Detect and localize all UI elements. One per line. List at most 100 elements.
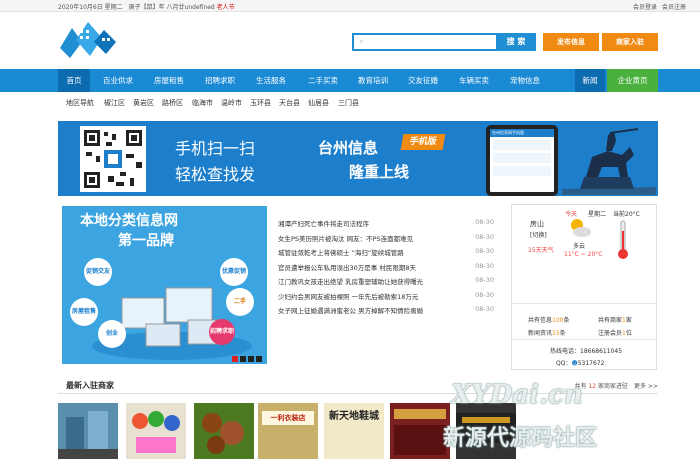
search-input[interactable]: ⌕ xyxy=(352,33,498,51)
banner-badge: 手机版 xyxy=(400,134,446,150)
news-row[interactable]: 少妇约会男网友被拍裸照 一年先后被勒索18万元 08-30 xyxy=(278,291,494,306)
banner-line2: 轻松查找发 xyxy=(175,165,256,184)
weather-forecast-link[interactable]: 15天天气 xyxy=(528,245,554,254)
info-panel: 今天 星期二 当前20°C 房山 [切换] 15天天气 多云 11°C ~ 20… xyxy=(511,204,657,370)
watermark-line1: XYDai.cn xyxy=(451,380,583,410)
slider-tag: 优惠促销 xyxy=(222,268,247,275)
stat-member-count: 注册会员1位 xyxy=(598,330,632,337)
merchant-thumbnail[interactable] xyxy=(58,403,118,459)
site-logo[interactable] xyxy=(58,20,118,60)
slider-pagination xyxy=(232,356,272,362)
nav-item-jobs[interactable]: 招聘求职 xyxy=(194,69,246,92)
news-title[interactable]: 江门教巩女孩走出绝望 乳房重塑辅助让她获得曙光 xyxy=(278,276,468,286)
nav-item-life[interactable]: 生活服务 xyxy=(246,69,296,92)
nav-item-pets[interactable]: 宠物信息 xyxy=(500,69,550,92)
weather-widget: 今天 星期二 当前20°C 房山 [切换] 15天天气 多云 11°C ~ 20… xyxy=(512,205,656,304)
merchant-thumbnail[interactable] xyxy=(194,403,254,459)
watermark: XYDai.cn 新源代源码社区 xyxy=(443,380,663,454)
region-nav-label: 地区导航 xyxy=(66,99,94,107)
region-item[interactable]: 黄岩区 xyxy=(133,98,154,108)
section-title: 最新入驻商家 xyxy=(66,381,114,390)
login-link[interactable]: 会员登录 xyxy=(633,4,657,11)
slider-dot[interactable] xyxy=(240,356,246,362)
news-title[interactable]: 少妇约会男网友被拍裸照 一年先后被勒索18万元 xyxy=(278,291,468,301)
news-date: 08-30 xyxy=(475,305,494,313)
news-row[interactable]: 官员遭举报公车私用误出30万是事 村民限期8天 08-30 xyxy=(278,262,494,277)
news-row[interactable]: 女生PS美历照片被淘汰 网友：不PS连面都难见 08-30 xyxy=(278,233,494,248)
main-nav: 首页 百业供求 房屋租售 招聘求职 生活服务 二手买卖 教育培训 交友征婚 车辆… xyxy=(0,69,700,92)
news-list: 湘潭产妇死亡事件将走司法程序 08-30 女生PS美历照片被淘汰 网友：不PS连面… xyxy=(278,218,494,320)
horse-statue-image xyxy=(562,128,656,195)
banner-headline1: 台州信息 xyxy=(318,139,379,157)
thumbnail-caption: 新天地鞋城 xyxy=(329,411,379,422)
nav-item-house[interactable]: 房屋租售 xyxy=(144,69,194,92)
qq-contact: QQ：☻5317672 xyxy=(556,360,605,367)
region-item[interactable]: 仙居县 xyxy=(308,98,329,108)
search-button[interactable]: 搜 索 xyxy=(496,33,536,51)
news-title[interactable]: 女子网上征婚遇满洲蜜老公 男方掉解不知情险离婚 xyxy=(278,305,468,315)
news-title[interactable]: 女生PS美历照片被淘汰 网友：不PS连面都难见 xyxy=(278,233,468,243)
slider-dot[interactable] xyxy=(256,356,262,362)
slider-tag: 促销交友 xyxy=(86,268,111,275)
news-date: 08-30 xyxy=(475,261,494,270)
news-row[interactable]: 城管驻敛乾考上将佛硕士 “海归”旋续城管路 08-30 xyxy=(278,247,494,262)
weather-switch-link[interactable]: [切换] xyxy=(530,230,547,239)
nav-item-vehicles[interactable]: 车辆买卖 xyxy=(448,69,500,92)
promo-slider[interactable]: 本地分类信息网 第一品牌 促销交友 优惠促销 二手 房屋租售 创业 招聘求职 xyxy=(62,206,267,364)
news-row[interactable]: 湘潭产妇死亡事件将走司法程序 08-30 xyxy=(278,218,494,233)
nav-item-education[interactable]: 教育培训 xyxy=(348,69,398,92)
merchant-thumbnail[interactable] xyxy=(390,403,450,459)
thumbnail-caption: 一利衣装店 xyxy=(262,411,314,425)
festival-label: 老人节 xyxy=(216,4,235,11)
register-link[interactable]: 会员注册 xyxy=(662,4,686,11)
nav-item-yellow-pages[interactable]: 企业黄页 xyxy=(607,69,658,92)
weather-current-temp: 当前20°C xyxy=(613,211,640,218)
merchant-thumbnail[interactable]: 一利衣装店 xyxy=(258,403,318,459)
region-item[interactable]: 温岭市 xyxy=(221,98,242,108)
banner-headline2: 隆重上线 xyxy=(349,163,410,181)
merchant-thumbnail[interactable] xyxy=(126,403,186,459)
phone-title: 台州信息网手机版 xyxy=(490,129,554,137)
nav-item-home[interactable]: 首页 xyxy=(58,69,90,92)
nav-item-supply[interactable]: 百业供求 xyxy=(92,69,144,92)
region-nav: 地区导航 椒江区 黄岩区 路桥区 临海市 温岭市 玉环县 天台县 仙居县 三门县 xyxy=(58,96,658,110)
news-title[interactable]: 城管驻敛乾考上将佛硕士 “海归”旋续城管路 xyxy=(278,247,468,257)
hotline: 热线电话：18668611045 xyxy=(550,348,623,355)
news-row[interactable]: 江门教巩女孩走出绝望 乳房重塑辅助让她获得曙光 08-30 xyxy=(278,276,494,291)
news-date: 08-30 xyxy=(475,276,494,284)
region-item[interactable]: 椒江区 xyxy=(104,98,125,108)
news-title[interactable]: 湘潭产妇死亡事件将走司法程序 xyxy=(278,218,468,228)
region-item[interactable]: 临海市 xyxy=(192,98,213,108)
weather-city: 房山 xyxy=(530,220,544,228)
account-links: 会员登录 会员注册 xyxy=(628,2,686,11)
merchant-thumbnail[interactable]: 新天地鞋城 xyxy=(324,403,384,459)
stat-info-count: 共有信息100条 xyxy=(528,317,570,324)
qr-code-icon xyxy=(80,126,146,192)
phone-mockup: 台州信息网手机版 xyxy=(486,125,558,196)
news-title[interactable]: 官员遭举报公车私用误出30万是事 村民限期8天 xyxy=(278,262,468,272)
news-date: 08-30 xyxy=(475,232,494,241)
stat-news-count: 新闻资讯15条 xyxy=(528,330,566,337)
date-text: 2020年10月6日 星期二 庚子【鼠】年 八月廿undefined 老人节 xyxy=(58,2,235,11)
thermometer-icon xyxy=(618,220,628,259)
banner-line1: 手机扫一扫 xyxy=(175,139,256,158)
slider-tag: 二手 xyxy=(233,298,246,305)
merchant-join-button[interactable]: 商家入驻 xyxy=(602,33,658,51)
cloudy-icon xyxy=(571,219,591,237)
slider-dot[interactable] xyxy=(232,356,238,362)
region-item[interactable]: 天台县 xyxy=(279,98,300,108)
nav-item-news[interactable]: 新闻 xyxy=(575,69,605,92)
slider-dot[interactable] xyxy=(248,356,254,362)
weather-range: 11°C ~ 20°C xyxy=(564,251,603,258)
news-row[interactable]: 女子网上征婚遇满洲蜜老公 男方掉解不知情险离婚 08-30 xyxy=(278,305,494,320)
region-item[interactable]: 三门县 xyxy=(338,98,359,108)
date-label: 2020年10月6日 星期二 庚子【鼠】年 八月廿undefined xyxy=(58,4,215,11)
mobile-banner[interactable]: 手机扫一扫 轻松查找发 台州信息 手机版 隆重上线 台州信息网手机版 xyxy=(58,121,658,196)
top-bar: 2020年10月6日 星期二 庚子【鼠】年 八月廿undefined 老人节 会… xyxy=(0,0,700,12)
region-item[interactable]: 路桥区 xyxy=(162,98,183,108)
weather-condition: 多云 xyxy=(573,243,586,250)
region-item[interactable]: 玉环县 xyxy=(250,98,271,108)
nav-item-secondhand[interactable]: 二手买卖 xyxy=(298,69,348,92)
nav-item-dating[interactable]: 交友征婚 xyxy=(398,69,448,92)
publish-button[interactable]: 发布信息 xyxy=(543,33,599,51)
